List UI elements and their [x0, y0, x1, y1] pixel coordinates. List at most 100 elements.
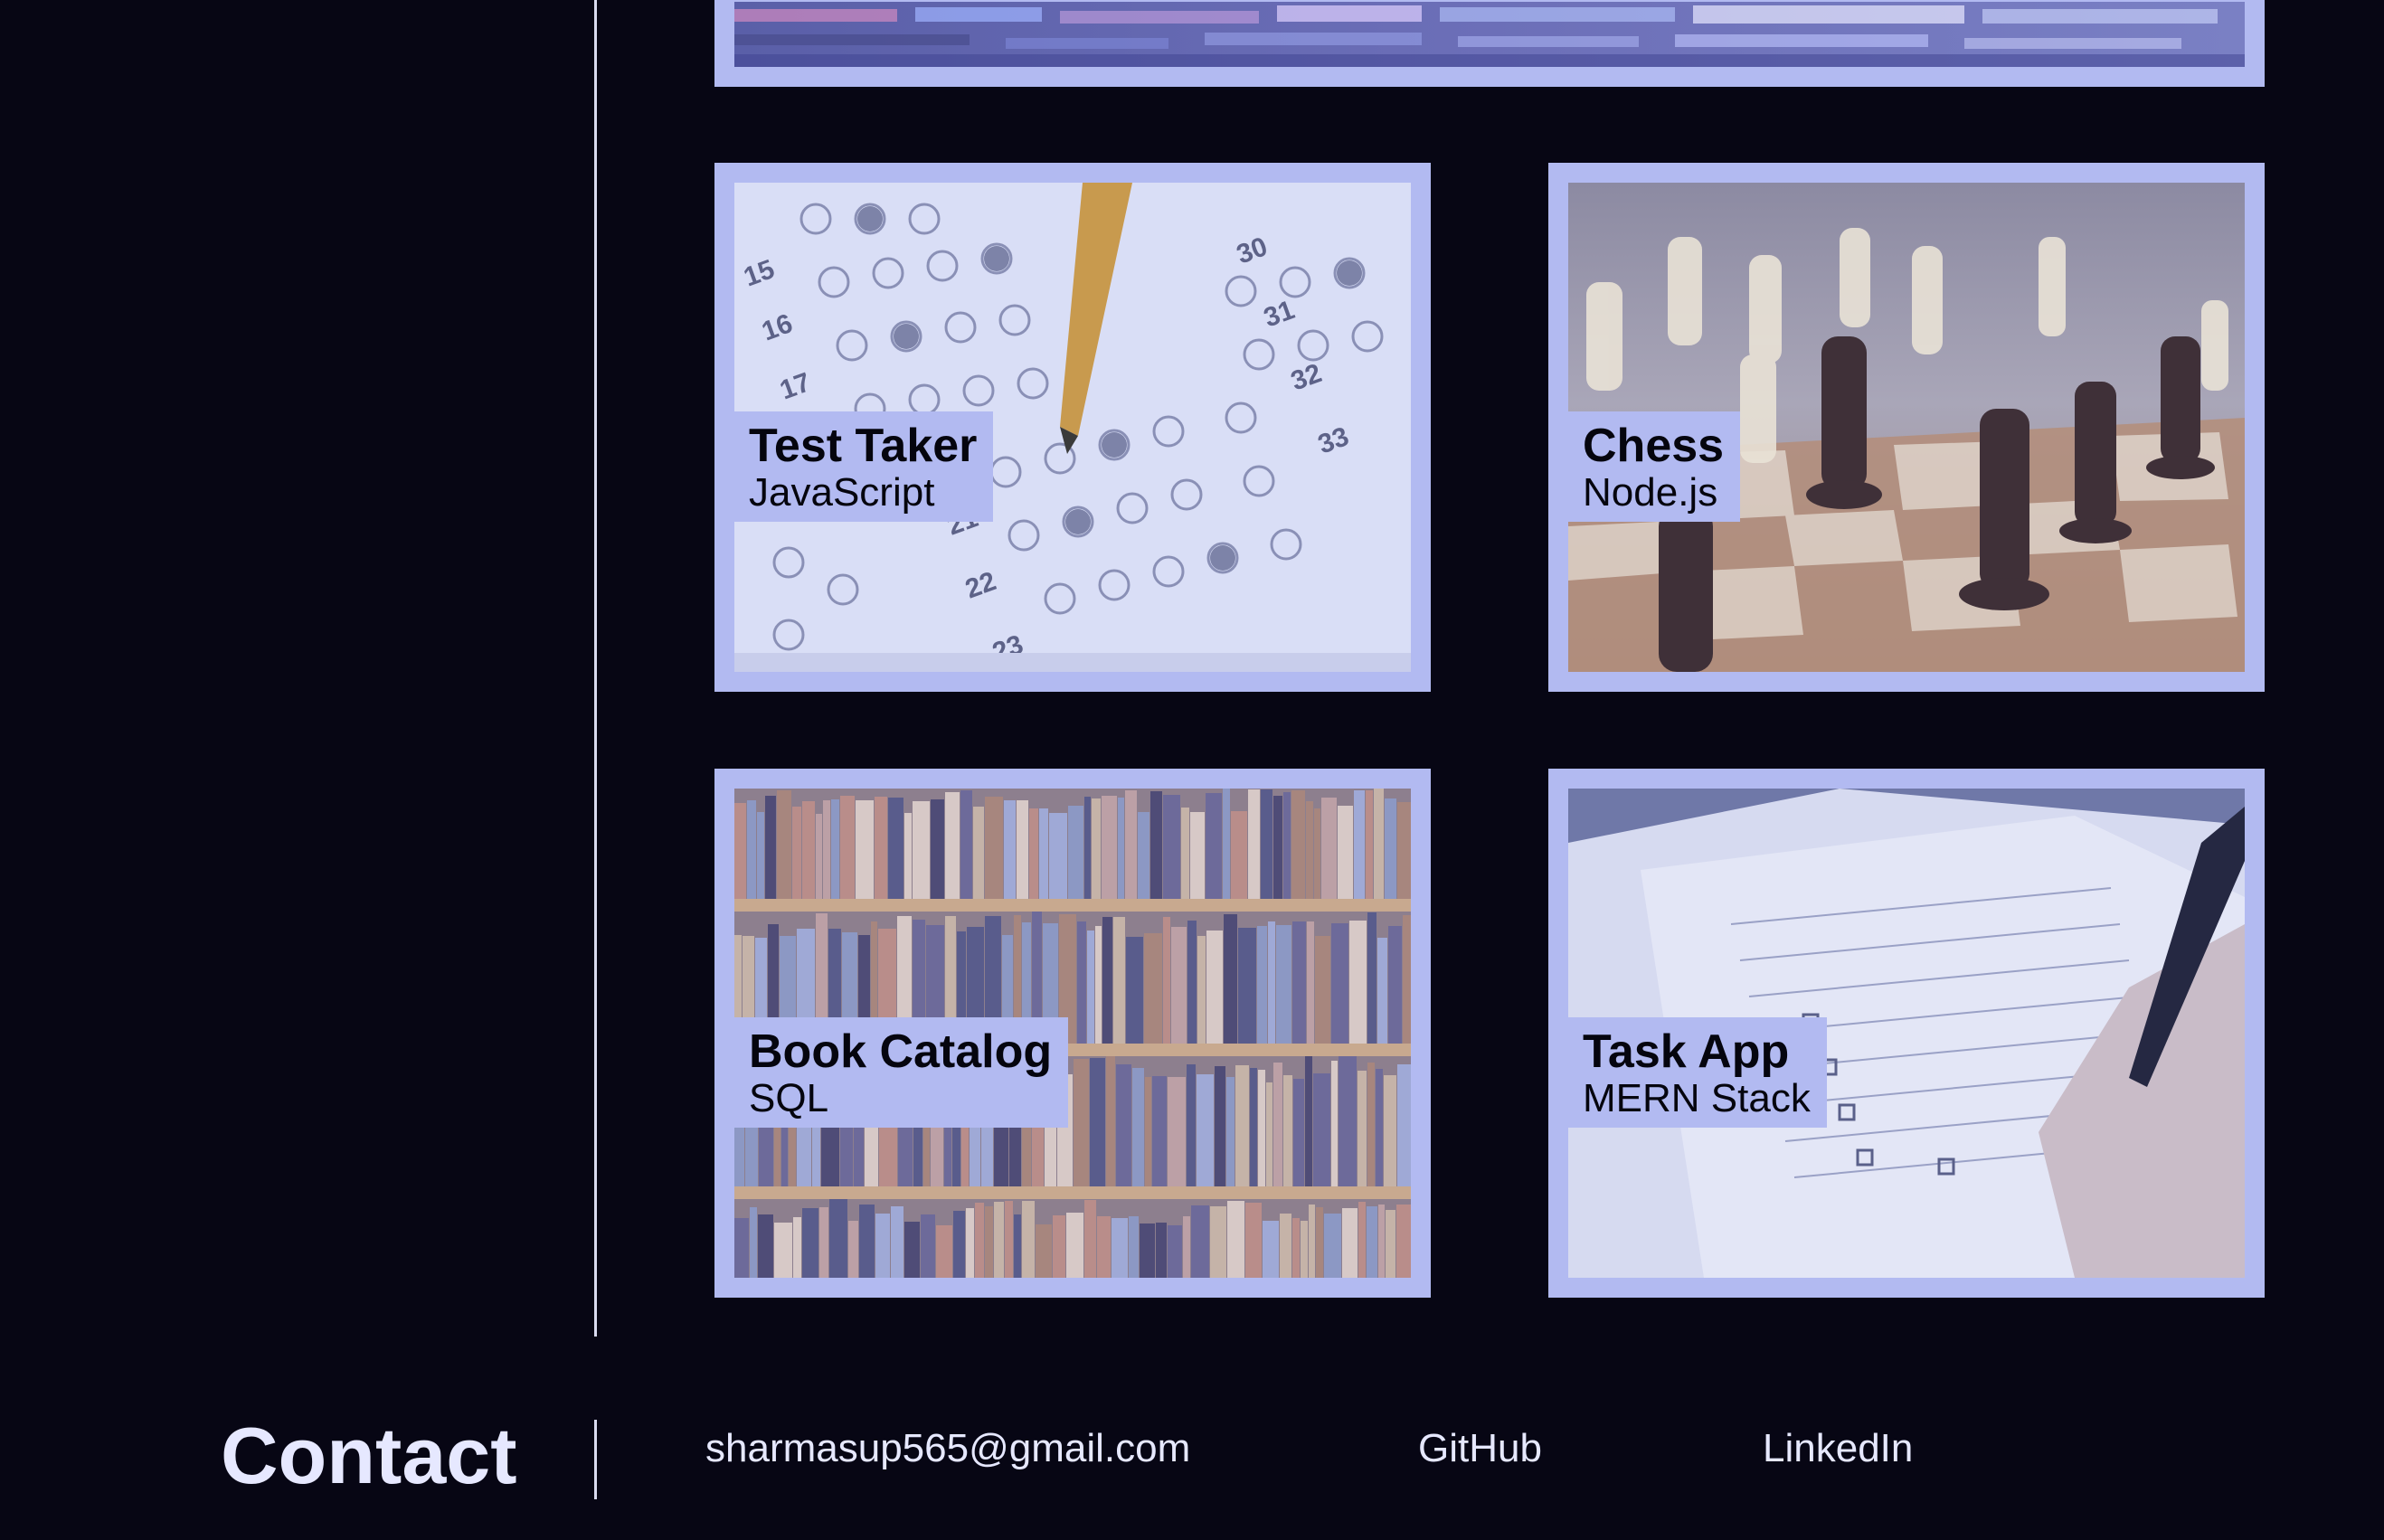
project-card-chess[interactable]: Chess Node.js: [1548, 163, 2265, 692]
book-spine: [1017, 800, 1028, 899]
book-spine: [1132, 1068, 1144, 1186]
book-spine: [859, 1205, 875, 1278]
book-spine: [1257, 926, 1267, 1044]
book-spine: [1324, 1214, 1341, 1278]
book-spine: [1039, 808, 1048, 899]
book-spine: [1197, 1074, 1214, 1186]
book-spine: [1191, 1205, 1209, 1278]
book-spine: [1066, 1213, 1083, 1278]
book-spine: [1113, 917, 1125, 1044]
book-spine: [774, 1223, 792, 1278]
project-card-book-catalog[interactable]: Book Catalog SQL: [714, 769, 1431, 1298]
book-spine: [1206, 793, 1222, 899]
book-spine: [1358, 1202, 1366, 1278]
book-spine: [1292, 1218, 1300, 1278]
book-spine: [1388, 926, 1402, 1044]
project-caption-task-app: Task App MERN Stack: [1568, 1017, 1827, 1128]
book-spine: [1152, 1076, 1167, 1186]
project-tech: JavaScript: [749, 470, 935, 515]
book-spine: [1227, 1201, 1244, 1278]
book-spine: [1163, 917, 1170, 1044]
book-spine: [975, 1203, 984, 1278]
book-spine: [1187, 1064, 1196, 1186]
project-title: Book Catalog: [749, 1025, 1053, 1078]
book-spine: [750, 1207, 757, 1278]
book-spine: [1231, 811, 1247, 899]
book-spine: [1168, 1077, 1186, 1186]
book-spine: [856, 800, 874, 899]
book-spine: [1156, 1223, 1167, 1278]
book-spine: [1367, 912, 1376, 1044]
book-spine: [1144, 933, 1162, 1044]
book-spine: [1090, 1058, 1105, 1186]
book-spine: [921, 1214, 935, 1278]
book-spine: [1338, 806, 1353, 899]
book-spine: [1049, 813, 1067, 899]
book-spine: [1280, 1214, 1291, 1278]
book-spine: [1354, 790, 1365, 899]
book-spine: [966, 1208, 974, 1278]
book-spine: [1125, 790, 1137, 899]
project-card-test-taker[interactable]: 15 16 17 21 22 23 30 31 32 33 Test Taker…: [714, 163, 1431, 692]
book-spine: [1126, 937, 1143, 1044]
book-spine: [1087, 931, 1094, 1044]
book-spine: [985, 797, 1003, 899]
book-spine: [1385, 798, 1396, 899]
book-spine: [904, 1222, 920, 1278]
book-spine: [1266, 1082, 1272, 1186]
project-tech: MERN Stack: [1583, 1076, 1811, 1120]
book-spine: [1321, 798, 1337, 899]
book-spine: [1238, 928, 1256, 1044]
book-spine: [936, 1225, 952, 1278]
project-title: Test Taker: [749, 420, 978, 472]
book-spine: [758, 1214, 773, 1278]
book-spine: [1004, 800, 1016, 899]
book-spine: [1396, 1205, 1411, 1278]
github-link[interactable]: GitHub: [1418, 1425, 1542, 1473]
book-spine: [1261, 789, 1272, 899]
book-spine: [1053, 1215, 1065, 1278]
project-image-task-app: Task App MERN Stack: [1568, 789, 2245, 1278]
book-spine: [960, 790, 972, 899]
book-spine: [1366, 790, 1373, 899]
book-spine: [1314, 808, 1320, 899]
book-spine: [931, 799, 944, 899]
book-spine: [802, 1208, 818, 1278]
book-spine: [1245, 1203, 1262, 1278]
book-spine: [777, 790, 791, 899]
book-spine: [1106, 1056, 1115, 1186]
book-spine: [1226, 1077, 1235, 1186]
project-tech: Node.js: [1583, 470, 1718, 515]
book-spine: [1014, 1214, 1021, 1278]
project-image-test-taker: 15 16 17 21 22 23 30 31 32 33 Test Taker…: [734, 183, 1411, 672]
book-spine: [1291, 790, 1305, 899]
book-spine: [1171, 927, 1187, 1044]
book-spine: [1145, 1077, 1151, 1186]
project-image-code: [734, 2, 2245, 67]
book-spine: [1367, 1206, 1377, 1278]
book-spine: [1140, 1223, 1155, 1278]
book-spine: [1022, 1201, 1035, 1278]
book-spine: [1097, 1216, 1111, 1278]
linkedin-link[interactable]: LinkedIn: [1763, 1425, 1913, 1473]
section-divider: [594, 0, 597, 1337]
book-spine: [1197, 936, 1206, 1044]
project-card-task-app[interactable]: Task App MERN Stack: [1548, 769, 2265, 1298]
project-title: Task App: [1583, 1025, 1790, 1078]
book-spine: [994, 1202, 1004, 1278]
project-image-book-catalog: Book Catalog SQL: [734, 789, 1411, 1278]
book-spine: [1293, 1079, 1304, 1186]
book-spine: [1084, 797, 1091, 899]
book-spine: [1374, 789, 1384, 899]
book-spine: [1068, 806, 1083, 899]
book-spine: [1315, 936, 1330, 1044]
book-spine: [1331, 923, 1348, 1044]
book-spine: [1215, 1066, 1225, 1186]
email-link[interactable]: sharmasup565@gmail.com: [705, 1425, 1190, 1473]
project-card-code[interactable]: [714, 0, 2265, 87]
book-spine: [1248, 789, 1260, 899]
book-spine: [1339, 1056, 1357, 1186]
book-spine: [904, 813, 912, 899]
book-spine: [953, 1211, 965, 1278]
contact-heading: Contact: [221, 1411, 517, 1500]
